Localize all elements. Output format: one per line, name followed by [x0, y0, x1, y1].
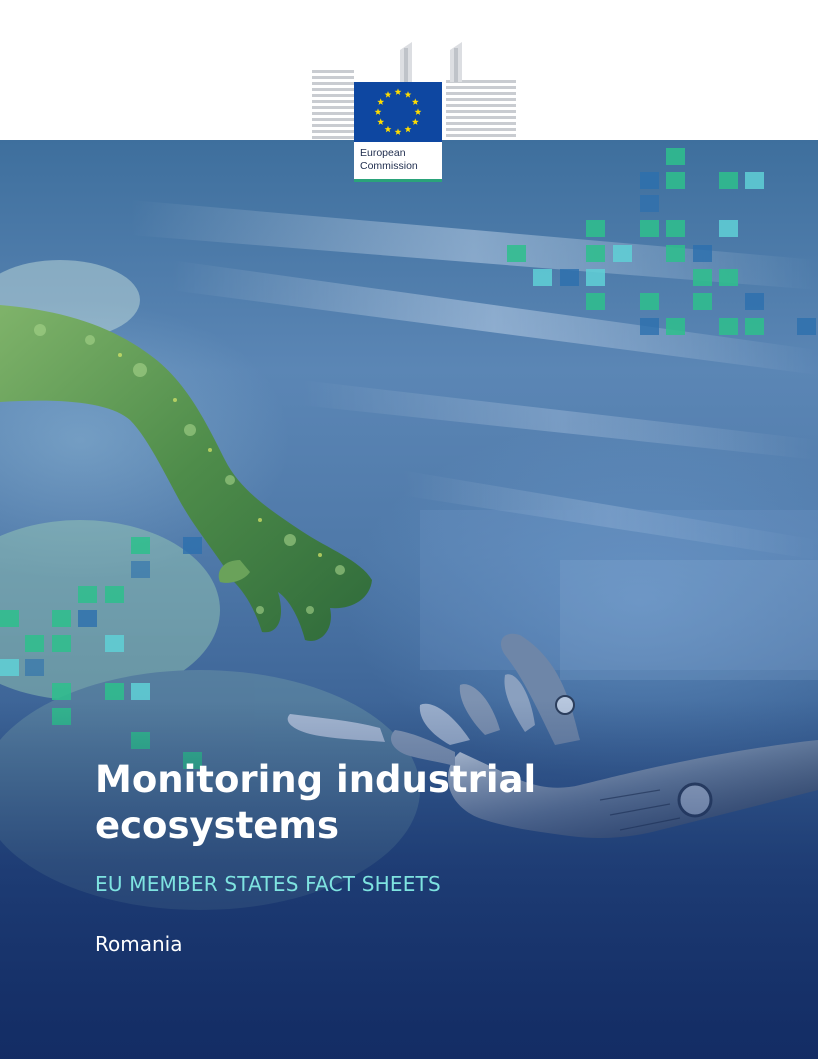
eu-star-icon [411, 118, 419, 125]
eu-star-icon [404, 91, 412, 98]
document-subtitle: EU MEMBER STATES FACT SHEETS [95, 872, 441, 896]
cover-page: European Commission Monitoring industria… [0, 0, 818, 1059]
eu-star-icon [394, 128, 402, 135]
logo-text-line1: European [360, 147, 406, 159]
european-commission-logo: European Commission [300, 40, 530, 185]
hero-image [0, 140, 818, 1059]
eu-star-icon [394, 88, 402, 95]
logo-text: European Commission [360, 147, 418, 173]
eu-star-icon [374, 108, 382, 115]
eu-star-icon [411, 98, 419, 105]
eu-star-icon [414, 108, 422, 115]
eu-star-icon [404, 125, 412, 133]
background-beams [130, 200, 818, 680]
eu-star-icon [377, 118, 385, 125]
country-name: Romania [95, 932, 183, 956]
logo-text-panel: European Commission [354, 142, 442, 182]
eu-star-icon [384, 125, 392, 133]
eu-star-icon [384, 91, 392, 98]
document-title: Monitoring industrial ecosystems [95, 758, 537, 847]
logo-text-line2: Commission [360, 160, 418, 172]
eu-star-icon [377, 98, 385, 105]
eu-flag-icon [354, 82, 442, 142]
